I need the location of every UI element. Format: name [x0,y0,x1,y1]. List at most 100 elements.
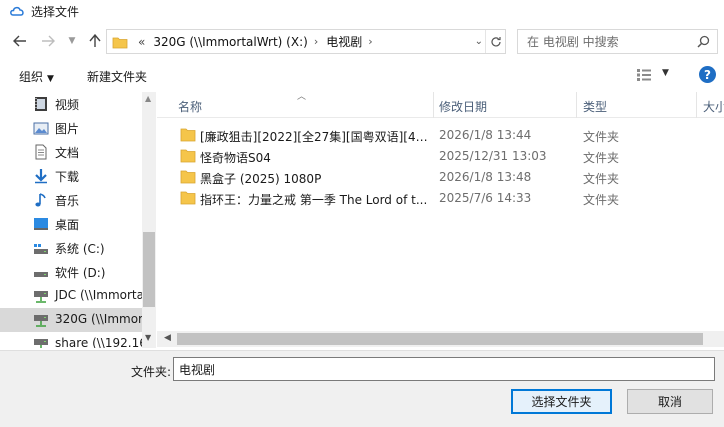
sort-ascending-icon: ︿ [297,92,307,102]
breadcrumb-overflow[interactable]: « [138,35,145,49]
column-size[interactable]: 大小 [703,98,724,115]
file-row[interactable]: [廉政狙击][2022][全27集][国粤双语][4K ... 2026/1/8… [157,125,724,145]
back-button[interactable] [11,32,29,50]
search-input[interactable] [527,34,687,49]
file-type: 文件夹 [583,193,620,207]
desktop-icon [34,218,48,230]
column-modified[interactable]: 修改日期 [439,98,487,115]
file-row[interactable]: 指环王：力量之戒 第一季 The Lord of t... 2025/7/6 1… [157,188,724,208]
chevron-right-icon[interactable]: › [368,35,372,48]
column-divider[interactable] [433,92,434,118]
sidebar-item-label: share (\\192.16 [55,336,142,348]
folder-icon [180,191,196,205]
video-icon [35,97,47,111]
folder-icon [180,170,196,184]
scroll-up-icon[interactable]: ▲ [145,94,151,103]
folder-field[interactable] [173,357,715,381]
sidebar-item-documents[interactable]: 文档 [0,140,142,164]
sidebar-item-label: 下载 [55,170,80,184]
column-name[interactable]: 名称 [178,98,202,115]
recent-locations-button[interactable]: ▼ [63,32,81,50]
view-dropdown-icon[interactable]: ▼ [662,68,669,78]
chevron-right-icon[interactable]: › [314,35,318,48]
file-name: 指环王：力量之戒 第一季 The Lord of t... [200,193,428,207]
sidebar-item-label: 音乐 [55,194,80,208]
breadcrumb-folder[interactable]: 电视剧 [326,33,362,50]
file-row[interactable]: 黑盒子 (2025) 1080P 2026/1/8 13:48 文件夹 [157,167,724,187]
scroll-left-icon[interactable]: ◀ [164,333,171,343]
sidebar-item-label: JDC (\\Immorta [55,288,142,302]
organize-label: 组织 [19,70,44,84]
file-type: 文件夹 [583,151,620,165]
arrow-right-icon [42,35,55,47]
title-bar: 选择文件 [0,0,724,22]
new-folder-button[interactable]: 新建文件夹 [87,68,147,85]
network-drive-icon [34,291,48,303]
app-cloud-icon [10,6,24,16]
file-type: 文件夹 [583,172,620,186]
help-icon[interactable]: ? [699,66,716,83]
refresh-icon [490,36,501,46]
scroll-down-icon[interactable]: ▼ [145,333,151,342]
sidebar-item-share-network[interactable]: share (\\192.16 [0,332,142,348]
music-icon [35,193,46,207]
network-drive-icon [34,315,48,327]
view-options-icon[interactable] [636,68,652,82]
address-row: ▼ « 320G (\\ImmortalWrt) (X:) › 电视剧 › ⌄ [0,29,724,55]
file-row[interactable]: 怪奇物语S04 2025/12/31 13:03 文件夹 [157,146,724,166]
folder-field-label: 文件夹: [131,365,172,379]
file-name: [廉政狙击][2022][全27集][国粤双语][4K ... [200,130,428,144]
sidebar-item-software-drive[interactable]: 软件 (D:) [0,260,142,284]
column-type[interactable]: 类型 [583,98,607,115]
breadcrumb-drive[interactable]: 320G (\\ImmortalWrt) (X:) [153,35,307,49]
file-modified: 2026/1/8 13:48 [439,170,532,184]
select-folder-button[interactable]: 选择文件夹 [511,389,612,414]
search-icon[interactable] [697,35,710,48]
search-box[interactable] [517,29,718,54]
sidebar-item-label: 图片 [55,122,80,136]
forward-button[interactable] [39,32,57,50]
sidebar-item-label: 文档 [55,146,80,160]
folder-icon [180,149,196,163]
pictures-icon [33,122,49,135]
sidebar-item-pictures[interactable]: 图片 [0,116,142,140]
refresh-button[interactable] [485,30,505,53]
file-modified: 2025/12/31 13:03 [439,149,547,163]
file-name: 怪奇物语S04 [200,151,271,165]
sidebar-item-label: 系统 (C:) [55,242,105,256]
sidebar-item-label: 视频 [55,98,80,112]
up-button[interactable] [86,32,104,50]
sidebar-item-system-drive[interactable]: 系统 (C:) [0,236,142,260]
sidebar-item-music[interactable]: 音乐 [0,188,142,212]
arrow-left-icon [13,35,26,47]
address-dropdown-icon[interactable]: ⌄ [475,36,483,47]
sidebar-scrollbar[interactable]: ▲ ▼ [142,92,156,348]
sidebar-item-320g-network[interactable]: 320G (\\Immor [0,308,142,332]
sidebar-item-jdc-network[interactable]: JDC (\\Immorta [0,284,142,308]
window-title: 选择文件 [31,4,80,19]
file-type: 文件夹 [583,130,620,144]
sidebar-item-desktop[interactable]: 桌面 [0,212,142,236]
documents-icon [35,144,47,160]
file-name: 黑盒子 (2025) 1080P [200,172,322,186]
horizontal-scrollbar[interactable]: ◀ [157,331,724,347]
column-divider[interactable] [576,92,577,118]
column-divider[interactable] [696,92,697,118]
drive-icon [34,272,48,277]
sidebar-item-label: 软件 (D:) [55,266,106,280]
downloads-icon [35,169,47,184]
address-bar[interactable]: « 320G (\\ImmortalWrt) (X:) › 电视剧 › ⌄ [106,29,506,54]
scrollbar-thumb[interactable] [143,232,155,307]
sidebar-item-label: 320G (\\Immor [55,312,142,326]
network-drive-icon [34,339,48,348]
organize-menu[interactable]: 组织 ▼ [19,68,54,85]
folder-icon [112,37,128,48]
arrow-up-icon [89,34,101,47]
command-bar: 组织 ▼ 新建文件夹 ▼ ? [0,60,724,90]
sidebar-item-videos[interactable]: 视频 [0,92,142,116]
file-modified: 2025/7/6 14:33 [439,191,532,205]
sidebar-item-downloads[interactable]: 下载 [0,164,142,188]
scrollbar-thumb[interactable] [177,333,703,345]
file-list: ︿ 名称 修改日期 类型 大小 [廉政狙击][2022][全27集][国粤双语]… [157,92,724,348]
cancel-button[interactable]: 取消 [627,389,713,414]
